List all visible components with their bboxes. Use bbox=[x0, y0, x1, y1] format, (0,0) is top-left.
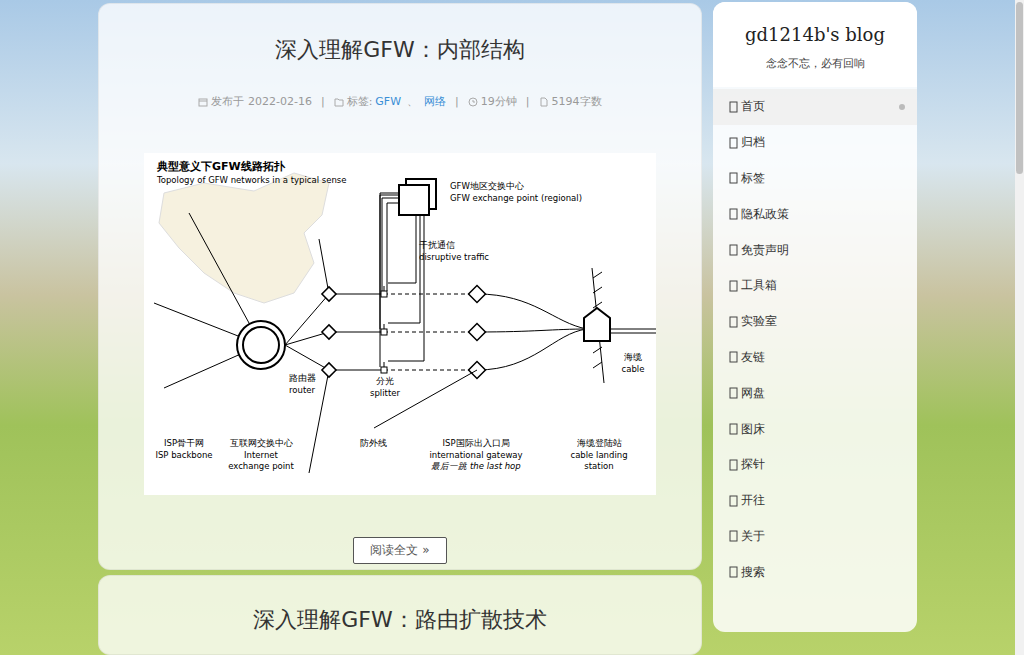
site-subtitle: 念念不忘，必有回响 bbox=[713, 56, 917, 71]
read-time: 19分钟 bbox=[468, 94, 517, 109]
menu-icon bbox=[729, 208, 739, 220]
menu-icon bbox=[729, 316, 739, 328]
post-card: 深入理解GFW：内部结构 发布于 2022-02-16 | 标签: GFW、网络… bbox=[98, 3, 702, 570]
diagram-label: 海缆登陆站cable landingstation bbox=[570, 438, 627, 471]
sidebar-menu: 首页 归档 标签 隐私政策 免责声明 工具箱 实验室 友链 网盘 图床 探针 开… bbox=[713, 87, 917, 590]
scrollbar[interactable] bbox=[1015, 0, 1024, 655]
meta-separator: | bbox=[455, 95, 459, 108]
menu-icon bbox=[729, 566, 739, 578]
menu-icon bbox=[729, 172, 739, 184]
menu-icon bbox=[729, 101, 739, 113]
clock-icon bbox=[468, 97, 478, 107]
topology-diagram: 典型意义下GFW线路拓扑 Topology of GFW networks in … bbox=[144, 153, 656, 495]
menu-icon bbox=[729, 137, 739, 149]
diagram-label: ISP国际出入口局international gateway最后一跳 the l… bbox=[429, 438, 522, 471]
sidebar: gd1214b's blog 念念不忘，必有回响 首页 归档 标签 隐私政策 免… bbox=[713, 2, 917, 632]
diagram-label: 干扰通信disruptive traffic bbox=[419, 240, 489, 262]
menu-icon bbox=[729, 351, 739, 363]
diagram-label: 海缆cable bbox=[622, 352, 645, 374]
menu-icon bbox=[729, 423, 739, 435]
diagram-label: GFW地区交换中心GFW exchange point (regional) bbox=[450, 181, 582, 203]
diagram-canvas: 典型意义下GFW线路拓扑 Topology of GFW networks in … bbox=[144, 153, 656, 495]
menu-icon bbox=[729, 280, 739, 292]
sidebar-item[interactable]: 关于 bbox=[713, 519, 917, 555]
sidebar-item[interactable]: 免责声明 bbox=[713, 232, 917, 268]
menu-icon bbox=[729, 495, 739, 507]
site-brand: gd1214b's blog 念念不忘，必有回响 bbox=[713, 2, 917, 87]
publish-date: 发布于 2022-02-16 bbox=[198, 94, 311, 109]
post-tags: 标签: GFW、网络 bbox=[334, 94, 446, 109]
menu-icon bbox=[729, 244, 739, 256]
tag-link[interactable]: 网络 bbox=[424, 94, 446, 109]
post-title[interactable]: 深入理解GFW：路由扩散技术 bbox=[253, 604, 546, 636]
sidebar-item[interactable]: 开往 bbox=[713, 483, 917, 519]
document-icon bbox=[539, 97, 549, 107]
sidebar-item[interactable]: 探针 bbox=[713, 447, 917, 483]
sidebar-item[interactable]: 标签 bbox=[713, 161, 917, 197]
diagram-title: 典型意义下GFW线路拓扑 bbox=[156, 160, 286, 173]
diagram-subtitle: Topology of GFW networks in a typical se… bbox=[156, 175, 347, 185]
page: 深入理解GFW：内部结构 发布于 2022-02-16 | 标签: GFW、网络… bbox=[0, 0, 1024, 655]
active-dot bbox=[899, 104, 905, 110]
sidebar-item[interactable]: 首页 bbox=[713, 89, 917, 125]
diagram-label: 路由器router bbox=[289, 373, 316, 395]
diagram-label: 防外线 bbox=[360, 438, 387, 448]
scrollbar-thumb[interactable] bbox=[1016, 2, 1023, 174]
sidebar-item[interactable]: 图床 bbox=[713, 411, 917, 447]
calendar-icon bbox=[198, 97, 208, 107]
word-count: 5194字数 bbox=[539, 94, 602, 109]
sidebar-item[interactable]: 实验室 bbox=[713, 304, 917, 340]
post-card: 深入理解GFW：路由扩散技术 bbox=[98, 575, 702, 655]
menu-icon bbox=[729, 530, 739, 542]
sidebar-item[interactable]: 隐私政策 bbox=[713, 196, 917, 232]
sidebar-item[interactable]: 工具箱 bbox=[713, 268, 917, 304]
diagram-label: ISP骨干网ISP backbone bbox=[155, 438, 212, 460]
post-meta: 发布于 2022-02-16 | 标签: GFW、网络 | 19分钟 | 519… bbox=[198, 94, 601, 109]
sidebar-item[interactable]: 网盘 bbox=[713, 375, 917, 411]
diagram-label: 互联网交换中心Internetexchange point bbox=[228, 438, 294, 471]
site-title[interactable]: gd1214b's blog bbox=[713, 22, 917, 48]
meta-separator: | bbox=[321, 95, 325, 108]
menu-icon bbox=[729, 387, 739, 399]
post-list: 深入理解GFW：内部结构 发布于 2022-02-16 | 标签: GFW、网络… bbox=[98, 0, 702, 655]
meta-separator: | bbox=[526, 95, 530, 108]
folder-icon bbox=[334, 97, 344, 107]
tag-joiner: 、 bbox=[407, 94, 418, 109]
sidebar-item[interactable]: 搜索 bbox=[713, 554, 917, 590]
sidebar-item[interactable]: 归档 bbox=[713, 125, 917, 161]
read-more-button[interactable]: 阅读全文 » bbox=[353, 537, 446, 564]
tag-link[interactable]: GFW bbox=[375, 95, 401, 108]
post-title[interactable]: 深入理解GFW：内部结构 bbox=[275, 34, 524, 66]
menu-icon bbox=[729, 459, 739, 471]
diagram-label: 分光splitter bbox=[370, 376, 400, 398]
sidebar-item[interactable]: 友链 bbox=[713, 340, 917, 376]
